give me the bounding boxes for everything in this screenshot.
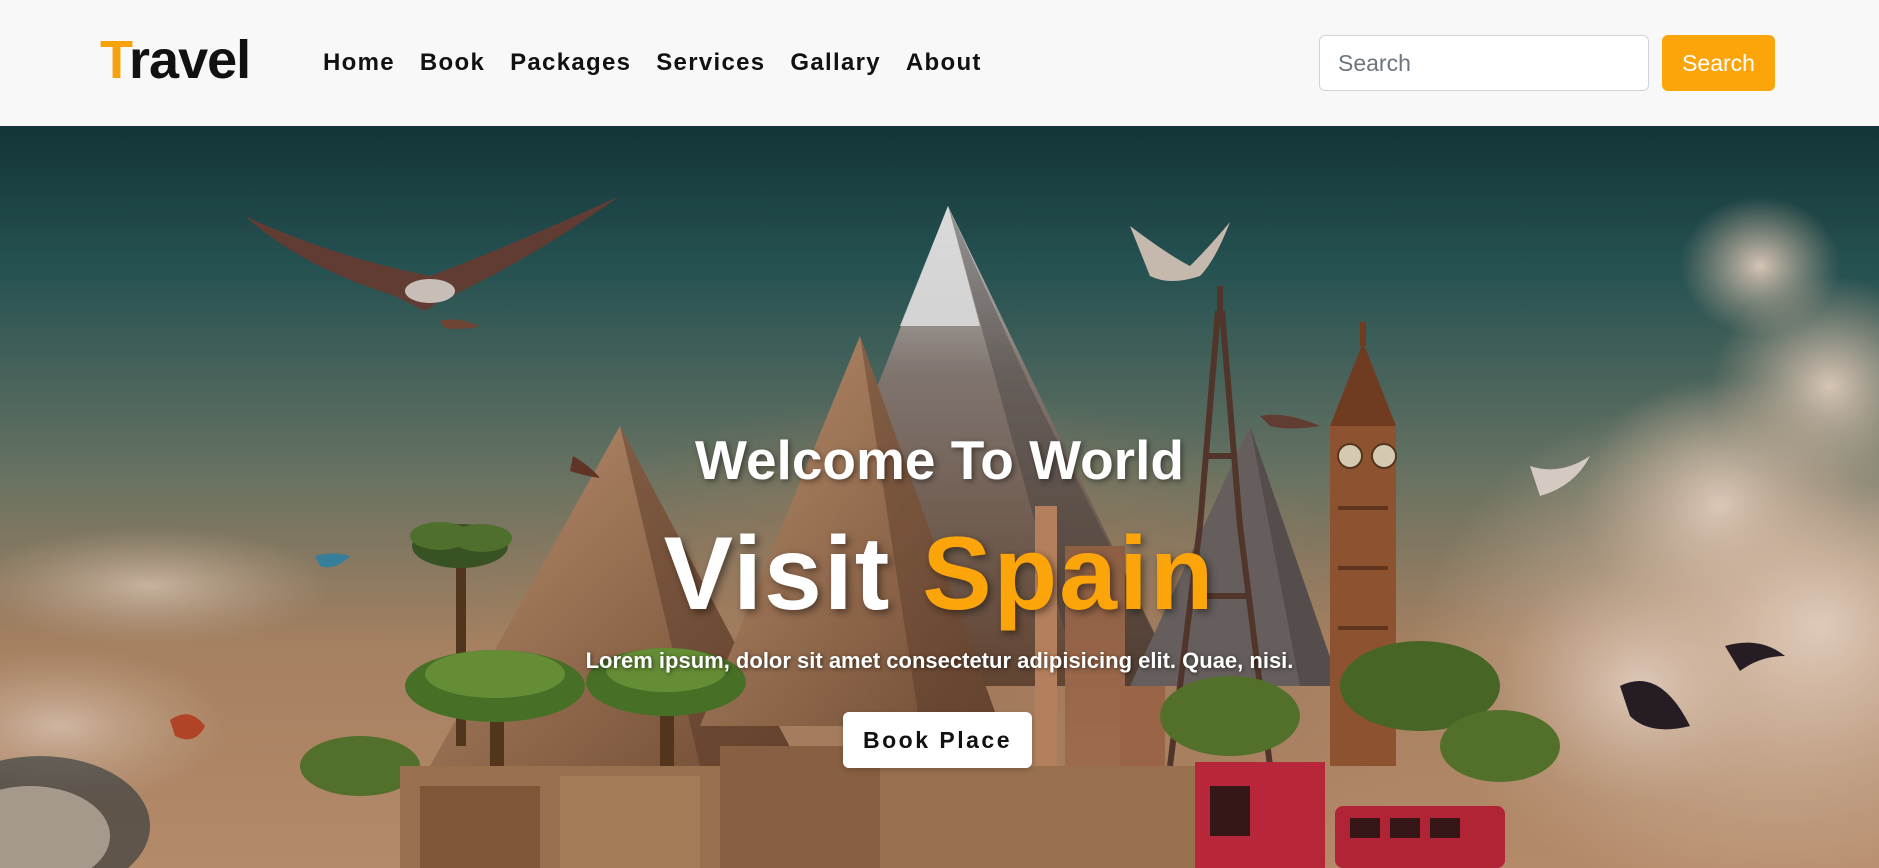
nav-item-gallary: Gallary [790,44,906,82]
nav-link-book[interactable]: Book [420,44,485,82]
nav-link-home[interactable]: Home [323,44,395,82]
nav-link-gallary[interactable]: Gallary [790,44,881,82]
hero-content: Welcome To World Visit Spain Lorem ipsum… [0,126,1879,868]
search-button[interactable]: Search [1662,35,1775,91]
nav-link-about[interactable]: About [906,44,982,82]
book-place-button[interactable]: Book Place [843,712,1032,768]
brand-logo-rest: ravel [129,30,251,90]
nav-item-services: Services [656,44,790,82]
nav-item-packages: Packages [510,44,656,82]
nav-link-services[interactable]: Services [656,44,765,82]
nav-link-packages[interactable]: Packages [510,44,631,82]
nav-item-about: About [906,44,1007,82]
brand-logo-initial: T [100,30,130,90]
nav-menu: Home Book Packages Services Gallary Abou… [323,44,1007,82]
hero-title: Visit Spain [0,514,1879,634]
hero-title-main: Visit [663,516,892,632]
hero-title-accent: Spain [922,516,1216,632]
search-form: Search [1319,35,1775,91]
brand-logo[interactable]: Travel [100,28,251,92]
hero-subtitle: Welcome To World [695,429,1184,491]
nav-item-home: Home [323,44,420,82]
hero-description: Lorem ipsum, dolor sit amet consectetur … [585,648,1294,673]
navbar: Travel Home Book Packages Services Galla… [0,0,1879,126]
nav-item-book: Book [420,44,510,82]
search-input[interactable] [1319,35,1649,91]
hero-section: Welcome To World Visit Spain Lorem ipsum… [0,126,1879,868]
